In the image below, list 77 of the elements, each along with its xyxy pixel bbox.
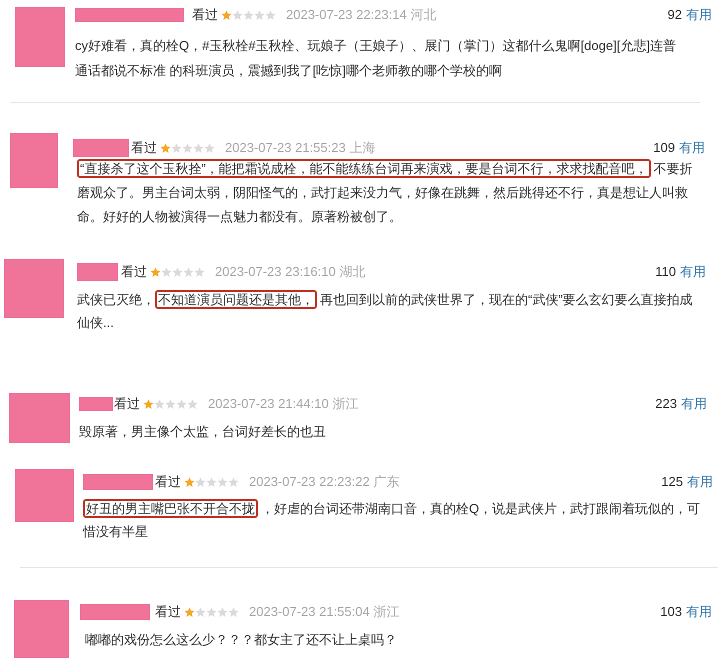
comment-text: “直接杀了这个玉秋拴”，能把霜说成栓，能不能练练台词再来演戏，要是台词不行，求求找配音吧， 不要折磨观众了。男主台词太弱，阴阳怪气的，武打起来没力气，好像在跳舞，然后跳得还不行，真是想让人叫救命。好好的人物被演得一点魅力都没有。原著粉被创了。 [77, 158, 694, 226]
star-icon [195, 606, 206, 618]
comment-time: 2023-07-23 23:16:10 [215, 263, 336, 282]
watched-label: 看过 [114, 395, 140, 414]
star-icon [232, 10, 243, 20]
comment-text: 嘟嘟的戏份怎么这么少？？？都女主了还不让上桌吗？ [85, 631, 398, 649]
star-icon [228, 606, 239, 618]
comment-time: 2023-07-23 21:55:04 [249, 603, 370, 622]
star-icon [165, 398, 176, 410]
avatar-placeholder [15, 469, 74, 522]
watched-label: 看过 [155, 603, 181, 622]
star-icon [171, 142, 182, 154]
useful-count: 223 [655, 395, 677, 414]
star-icon [217, 476, 228, 488]
star-icon [243, 10, 254, 20]
star-icon [228, 476, 239, 488]
star-icon [265, 10, 276, 20]
redaction-bar [80, 604, 150, 620]
useful-link[interactable]: 有用 [686, 5, 712, 25]
star-icon [154, 398, 165, 410]
comment-text: 毁原著，男主像个太监，台词好差长的也丑 [79, 423, 327, 441]
redaction-bar [77, 263, 118, 281]
avatar-placeholder [10, 133, 58, 188]
comment-time: 2023-07-23 22:23:14 [286, 6, 407, 24]
star-icon [150, 266, 161, 278]
comment-location: 河北 [410, 6, 437, 24]
comment-location: 上海 [350, 139, 376, 158]
star-icon [221, 10, 232, 20]
star-icon [206, 606, 217, 618]
useful-link[interactable]: 有用 [679, 138, 705, 158]
watched-label: 看过 [155, 473, 181, 492]
watched-label: 看过 [121, 263, 147, 282]
star-icon [193, 142, 204, 154]
useful-count: 103 [660, 603, 682, 622]
avatar-placeholder [15, 7, 65, 67]
star-icon [161, 266, 172, 278]
star-icon [182, 142, 193, 154]
comment-location: 湖北 [340, 263, 366, 282]
redaction-bar [79, 397, 113, 411]
star-icon [184, 476, 195, 488]
useful-count: 109 [653, 139, 675, 158]
comment-time: 2023-07-23 21:55:23 [225, 139, 346, 158]
avatar-placeholder [9, 393, 70, 443]
star-icon [176, 398, 187, 410]
watched-label: 看过 [192, 6, 218, 24]
comment-text: 武侠已灭绝， 不知道演员问题还是其他， 再也回到以前的武侠世界了，现在的“武侠”要么玄幻要么直接拍成仙侠... [77, 289, 694, 332]
comment-text: 好丑的男主嘴巴张不开合不拢 ，好虐的台词还带湖南口音，真的栓Q，说是武侠片，武打跟闹着玩似的，可惜没有半星 [83, 498, 702, 541]
useful-count: 110 [655, 263, 676, 282]
watched-label: 看过 [131, 139, 157, 158]
comment-location: 广东 [374, 473, 400, 492]
useful-count: 125 [661, 473, 683, 492]
star-icon [206, 476, 217, 488]
star-icon [184, 606, 195, 618]
useful-link[interactable]: 有用 [687, 472, 713, 492]
useful-count: 92 [668, 6, 682, 24]
star-icon [160, 142, 171, 154]
star-icon [195, 476, 206, 488]
redaction-bar [83, 474, 153, 490]
useful-link[interactable]: 有用 [681, 394, 707, 414]
comment-time: 2023-07-23 21:44:10 [208, 395, 329, 414]
star-icon [254, 10, 265, 20]
comment-location: 浙江 [332, 395, 359, 414]
useful-link[interactable]: 有用 [686, 602, 712, 622]
star-icon [204, 142, 215, 154]
comment-time: 2023-07-23 22:23:22 [249, 473, 370, 492]
redaction-bar [73, 139, 129, 157]
useful-link[interactable]: 有用 [680, 262, 706, 282]
avatar-placeholder [14, 600, 69, 658]
star-icon [183, 266, 194, 278]
avatar-placeholder [4, 259, 64, 318]
star-icon [172, 266, 183, 278]
star-icon [187, 398, 198, 410]
comment-location: 浙江 [374, 603, 400, 622]
star-icon [143, 398, 154, 410]
star-icon [217, 606, 228, 618]
comment-text: cy好难看，真的栓Q，#玉秋栓#玉秋栓、玩娘子（王娘子）、展门（掌门）这都什么鬼啊[doge][允悲]连普通话都说不标准 的科班演员，震撼到我了[吃惊]哪个老师教的哪个学校的啊 [75, 37, 677, 80]
star-icon [194, 266, 205, 278]
